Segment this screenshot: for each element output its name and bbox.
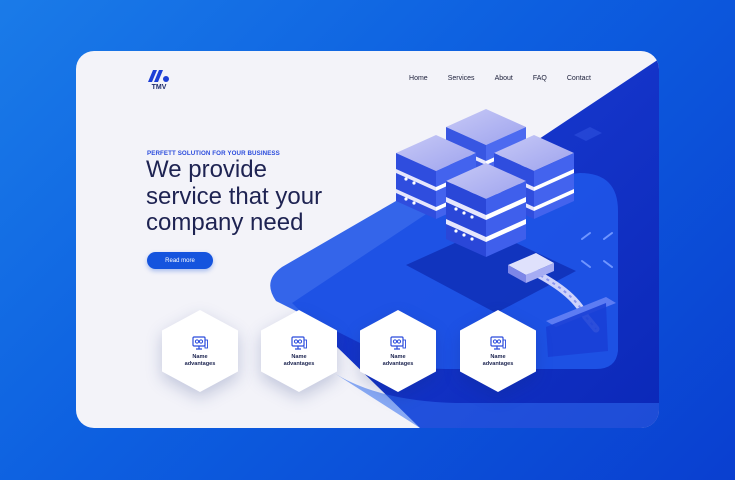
advantage-label: Name advantages	[283, 353, 315, 367]
advantage-label: Name advantages	[382, 353, 414, 367]
advantage-card-1[interactable]: Name advantages	[162, 310, 238, 392]
nav-faq[interactable]: FAQ	[533, 75, 547, 82]
brand-logo[interactable]: TMV	[147, 69, 171, 91]
nav-about[interactable]: About	[495, 75, 513, 82]
monitor-icon	[490, 336, 506, 350]
advantage-label: Name advantages	[184, 353, 216, 367]
nav-home[interactable]: Home	[409, 75, 428, 82]
logo-mark-icon	[148, 70, 169, 82]
main-nav: Home Services About FAQ Contact	[409, 75, 591, 82]
read-more-button[interactable]: Read more	[147, 252, 213, 269]
headline-line-2: service that your	[146, 182, 323, 210]
advantage-card-4[interactable]: Name advantages	[460, 310, 536, 392]
brand-name: TMV	[151, 84, 167, 91]
advantage-label: Name advantages	[482, 353, 514, 367]
advantage-card-3[interactable]: Name advantages	[360, 310, 436, 392]
nav-services[interactable]: Services	[448, 75, 475, 82]
advantage-card-2[interactable]: Name advantages	[261, 310, 337, 392]
landing-card: TMV Home Services About FAQ Contact PERF…	[76, 51, 659, 428]
hero-headline: We provide service that your company nee…	[146, 156, 376, 237]
monitor-icon	[390, 336, 406, 350]
monitor-icon	[192, 336, 208, 350]
headline-line-1: We provide	[146, 156, 267, 183]
nav-contact[interactable]: Contact	[567, 75, 591, 82]
headline-line-3: company need	[146, 209, 304, 236]
monitor-icon	[291, 336, 307, 350]
